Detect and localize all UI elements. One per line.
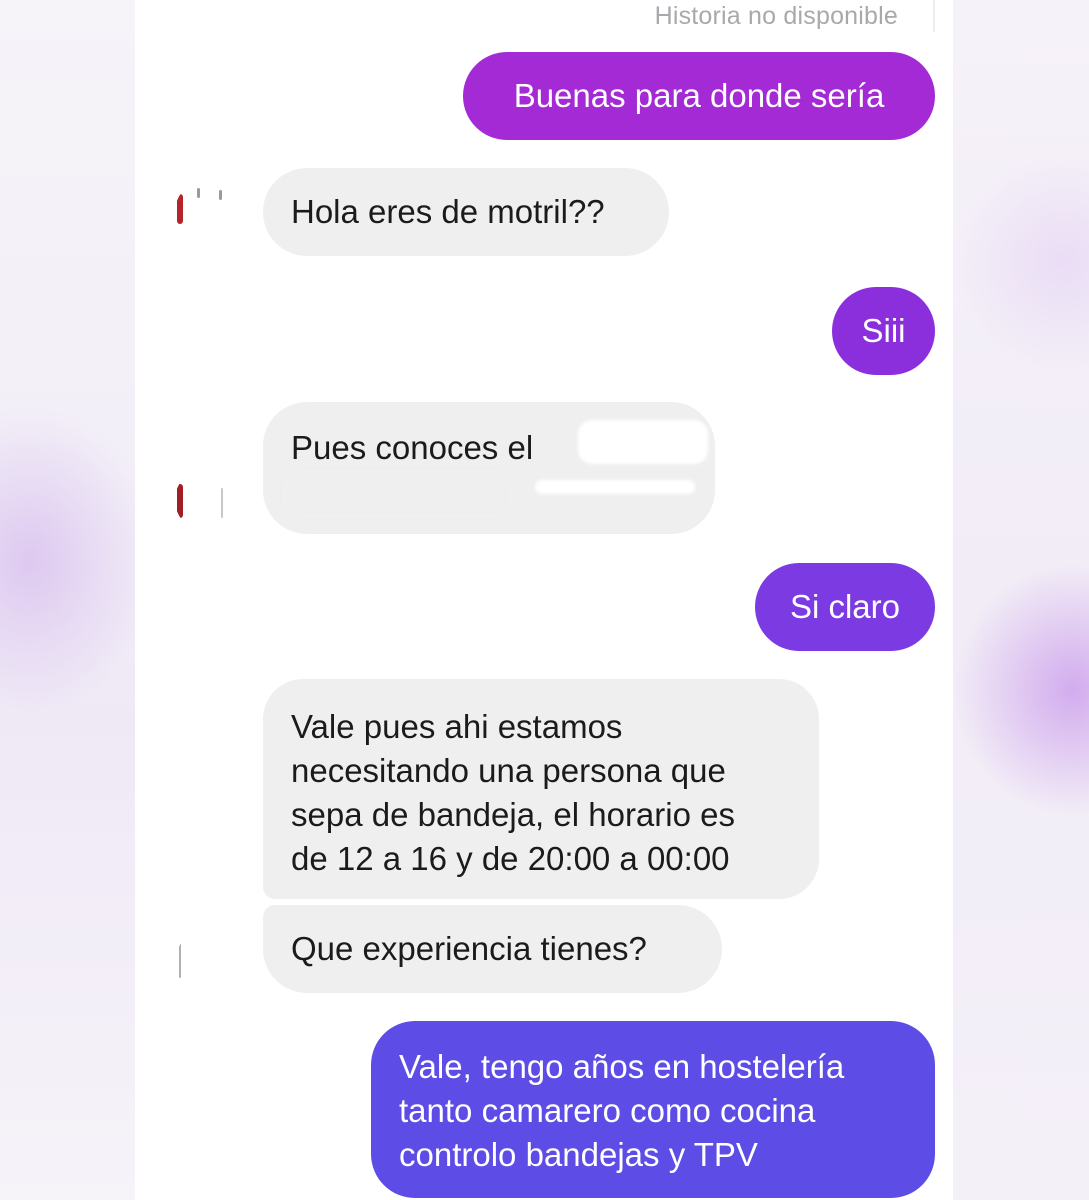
- message-text: Buenas para donde sería: [513, 77, 885, 114]
- message-text: Si claro: [789, 588, 901, 625]
- blurred-background-right: [953, 0, 1089, 1200]
- sender-avatar[interactable]: [175, 180, 239, 244]
- redaction-overlay: [578, 420, 708, 464]
- message-incoming[interactable]: Vale pues ahi estamos necesitando una pe…: [263, 679, 819, 899]
- message-outgoing[interactable]: Si claro: [755, 563, 935, 651]
- redaction-overlay: [535, 480, 695, 494]
- message-text: Hola eres de motril??: [291, 193, 605, 230]
- message-outgoing[interactable]: Vale, tengo años en hostelería tanto cam…: [371, 1021, 935, 1198]
- sender-avatar[interactable]: [175, 468, 239, 532]
- sender-avatar[interactable]: [175, 930, 239, 994]
- message-incoming[interactable]: Hola eres de motril??: [263, 168, 669, 256]
- message-incoming[interactable]: Que experiencia tienes?: [263, 905, 722, 993]
- message-outgoing[interactable]: Buenas para donde sería: [463, 52, 935, 140]
- message-text: Que experiencia tienes?: [291, 930, 647, 967]
- chat-thread[interactable]: Historia no disponible Buenas para donde…: [135, 0, 953, 1200]
- blurred-background-left: [0, 0, 135, 1200]
- message-text: Vale pues ahi estamos necesitando una pe…: [291, 708, 735, 877]
- scrollbar[interactable]: [933, 0, 935, 32]
- message-text: Vale, tengo años en hostelería tanto cam…: [399, 1048, 845, 1173]
- message-outgoing[interactable]: Siii: [832, 287, 935, 375]
- story-unavailable-label: Historia no disponible: [654, 2, 898, 30]
- redaction-overlay: [283, 470, 513, 518]
- message-text: Siii: [861, 312, 906, 349]
- message-text: Pues conoces el: [291, 429, 534, 466]
